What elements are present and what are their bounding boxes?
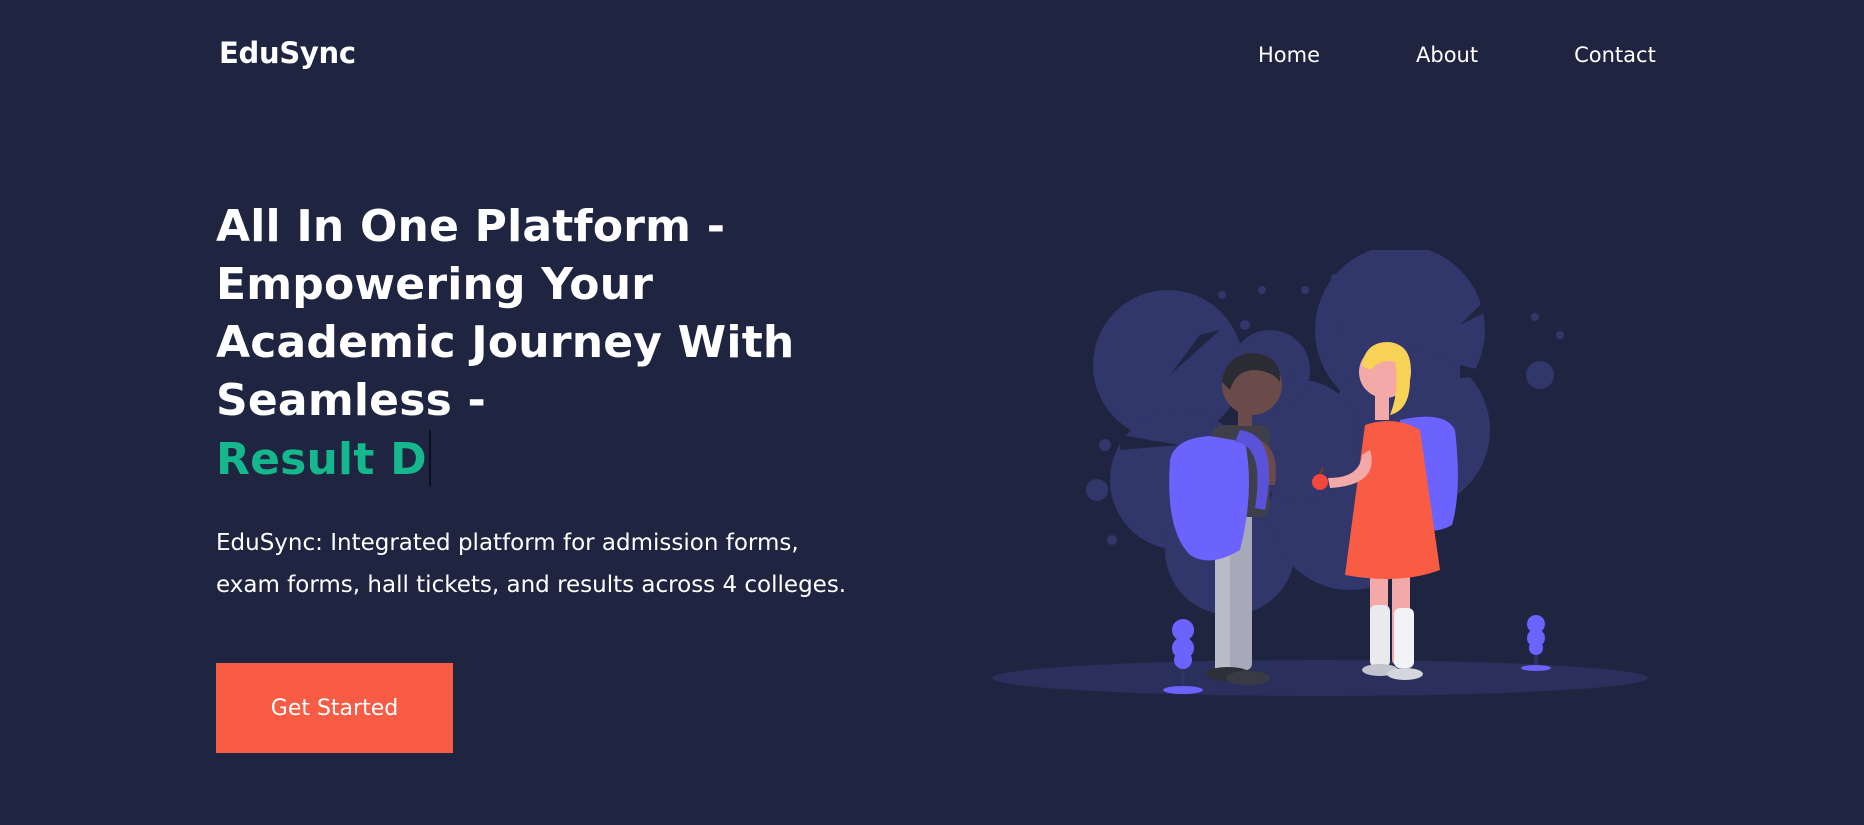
hero-description: EduSync: Integrated platform for admissi… bbox=[216, 522, 896, 606]
nav-about-link[interactable]: About bbox=[1416, 43, 1478, 67]
nav-contact-link[interactable]: Contact bbox=[1574, 43, 1656, 67]
hero-title-line: Empowering Your bbox=[216, 259, 654, 310]
get-started-button[interactable]: Get Started bbox=[216, 663, 453, 753]
right-small-tree bbox=[1521, 615, 1551, 671]
hero-title-line: All In One Platform - bbox=[216, 201, 726, 252]
typed-line: Result D bbox=[216, 430, 896, 489]
typing-cursor bbox=[428, 430, 431, 486]
hero-description-line: exam forms, hall tickets, and results ac… bbox=[216, 572, 847, 598]
hero-title: All In One Platform - Empowering Your Ac… bbox=[216, 198, 896, 489]
typed-text: Result D bbox=[216, 434, 427, 485]
hero-title-line: Academic Journey With bbox=[216, 317, 795, 368]
students-with-backpacks-illustration bbox=[992, 250, 1648, 696]
ground-shadow bbox=[992, 660, 1648, 696]
hero-description-line: EduSync: Integrated platform for admissi… bbox=[216, 530, 799, 556]
landing-page: EduSync Home About Contact All In One Pl… bbox=[0, 0, 1864, 825]
hero-title-line: Seamless - bbox=[216, 375, 486, 426]
nav-home-link[interactable]: Home bbox=[1258, 43, 1320, 67]
logo[interactable]: EduSync bbox=[219, 36, 356, 70]
main-nav: Home About Contact bbox=[1258, 43, 1656, 67]
